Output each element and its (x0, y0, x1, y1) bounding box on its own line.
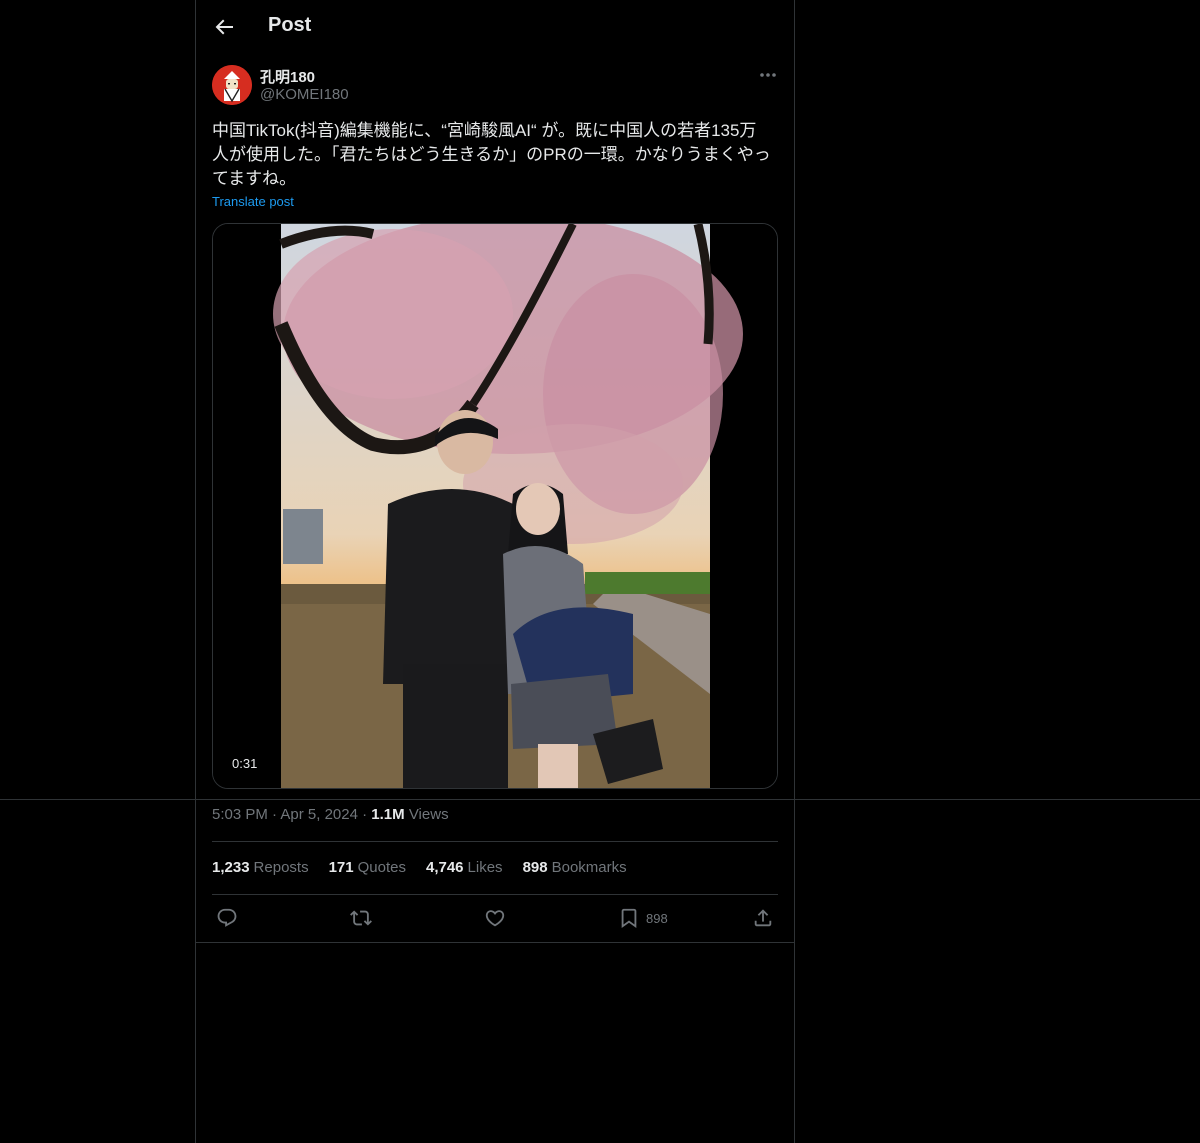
translate-post-link[interactable]: Translate post (212, 194, 294, 209)
reply-icon (217, 908, 237, 927)
repost-button[interactable] (350, 906, 372, 930)
more-options-button[interactable] (756, 64, 780, 86)
arrow-left-icon (215, 19, 233, 35)
column-left-border (195, 0, 196, 1143)
bookmarks-stat[interactable]: 898 Bookmarks (523, 859, 627, 876)
like-button[interactable] (484, 906, 506, 930)
divider (212, 894, 778, 895)
bookmark-button[interactable]: 898 (618, 906, 668, 930)
meta-separator: · (272, 806, 278, 823)
bookmark-icon (621, 908, 637, 929)
repost-icon (350, 910, 372, 926)
action-bar: 898 (196, 906, 794, 932)
meta-separator: · (362, 806, 368, 823)
share-icon (754, 909, 772, 927)
author-avatar[interactable] (212, 65, 252, 105)
full-width-divider (0, 799, 1200, 800)
author-handle[interactable]: @KOMEI180 (260, 86, 349, 103)
likes-stat[interactable]: 4,746 Likes (426, 859, 503, 876)
likes-count: 4,746 (425, 859, 464, 876)
bookmark-action-count: 898 (646, 910, 668, 926)
avatar-illustration (212, 65, 252, 105)
heart-icon (485, 910, 505, 927)
share-button[interactable] (752, 906, 774, 930)
quotes-count: 171 (328, 859, 354, 876)
column-right-border (794, 0, 795, 1143)
quotes-stat[interactable]: 171 Quotes (329, 859, 406, 876)
post-time[interactable]: 5:03 PM (212, 806, 268, 823)
video-duration: 0:31 (232, 756, 258, 771)
divider (196, 942, 794, 943)
post-video[interactable] (212, 223, 778, 789)
bookmarks-label: Bookmarks (551, 859, 627, 876)
post-text: 中国TikTok(抖音)編集機能に、“宮崎駿風AI“ が。既に中国人の若者135… (212, 121, 771, 188)
views-label: Views (408, 806, 449, 823)
quotes-label: Quotes (357, 859, 406, 876)
views-count: 1.1M (371, 806, 405, 823)
post-date[interactable]: Apr 5, 2024 (280, 806, 358, 823)
engagement-stats: 1,233 Reposts 171 Quotes 4,746 Likes 898 Boo… (212, 859, 647, 876)
reply-button[interactable] (216, 906, 238, 930)
bookmarks-count: 898 (522, 859, 548, 876)
reposts-count: 1,233 (212, 859, 250, 876)
more-horizontal-icon (760, 73, 776, 77)
author-display-name[interactable]: 孔明180 (260, 66, 315, 87)
divider (212, 841, 778, 842)
video-thumbnail (213, 224, 777, 788)
back-button[interactable] (212, 15, 236, 39)
post-metadata: 5:03 PM · Apr 5, 2024 · 1.1M Views (212, 806, 449, 823)
page-title: Post (268, 14, 312, 36)
reposts-label: Reposts (253, 859, 309, 876)
post-header: Post (196, 0, 794, 54)
likes-label: Likes (467, 859, 503, 876)
reposts-stat[interactable]: 1,233 Reposts (212, 859, 309, 876)
